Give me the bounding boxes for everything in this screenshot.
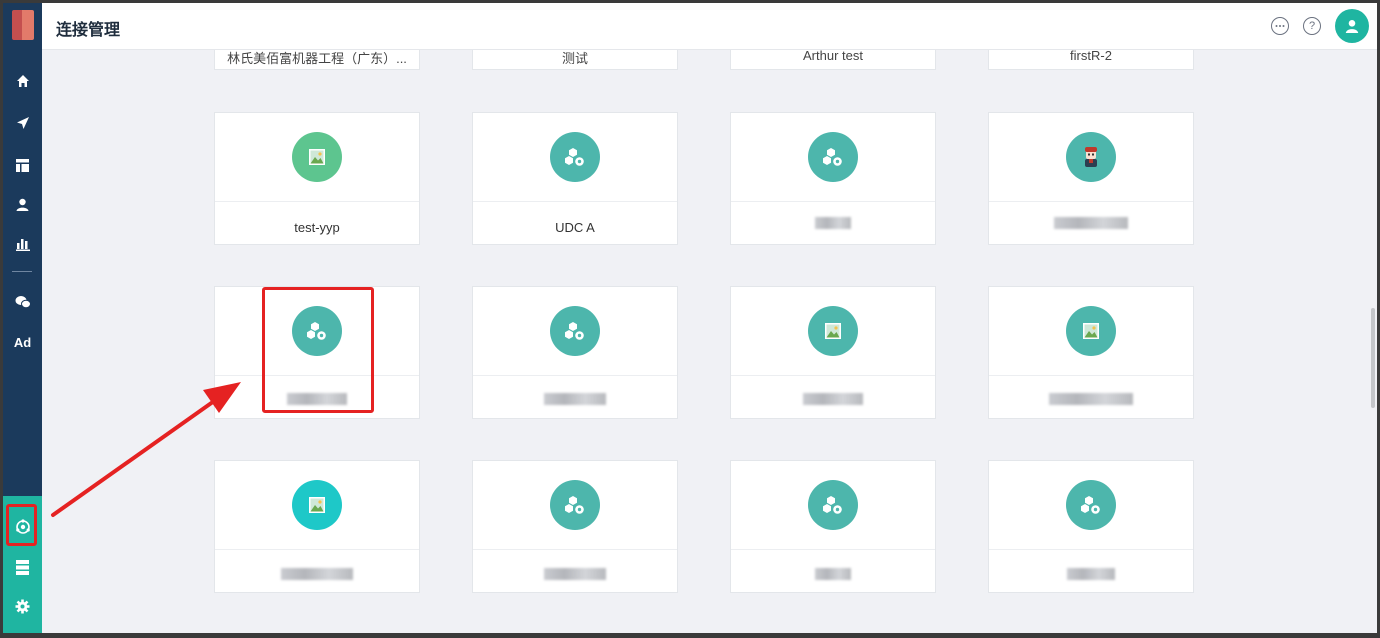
annotation-arrow	[51, 382, 241, 517]
app-window: Ad 连接管理 ? 林氏美佰富机器工程（广东）... 测试 Arthur tes…	[3, 3, 1377, 633]
